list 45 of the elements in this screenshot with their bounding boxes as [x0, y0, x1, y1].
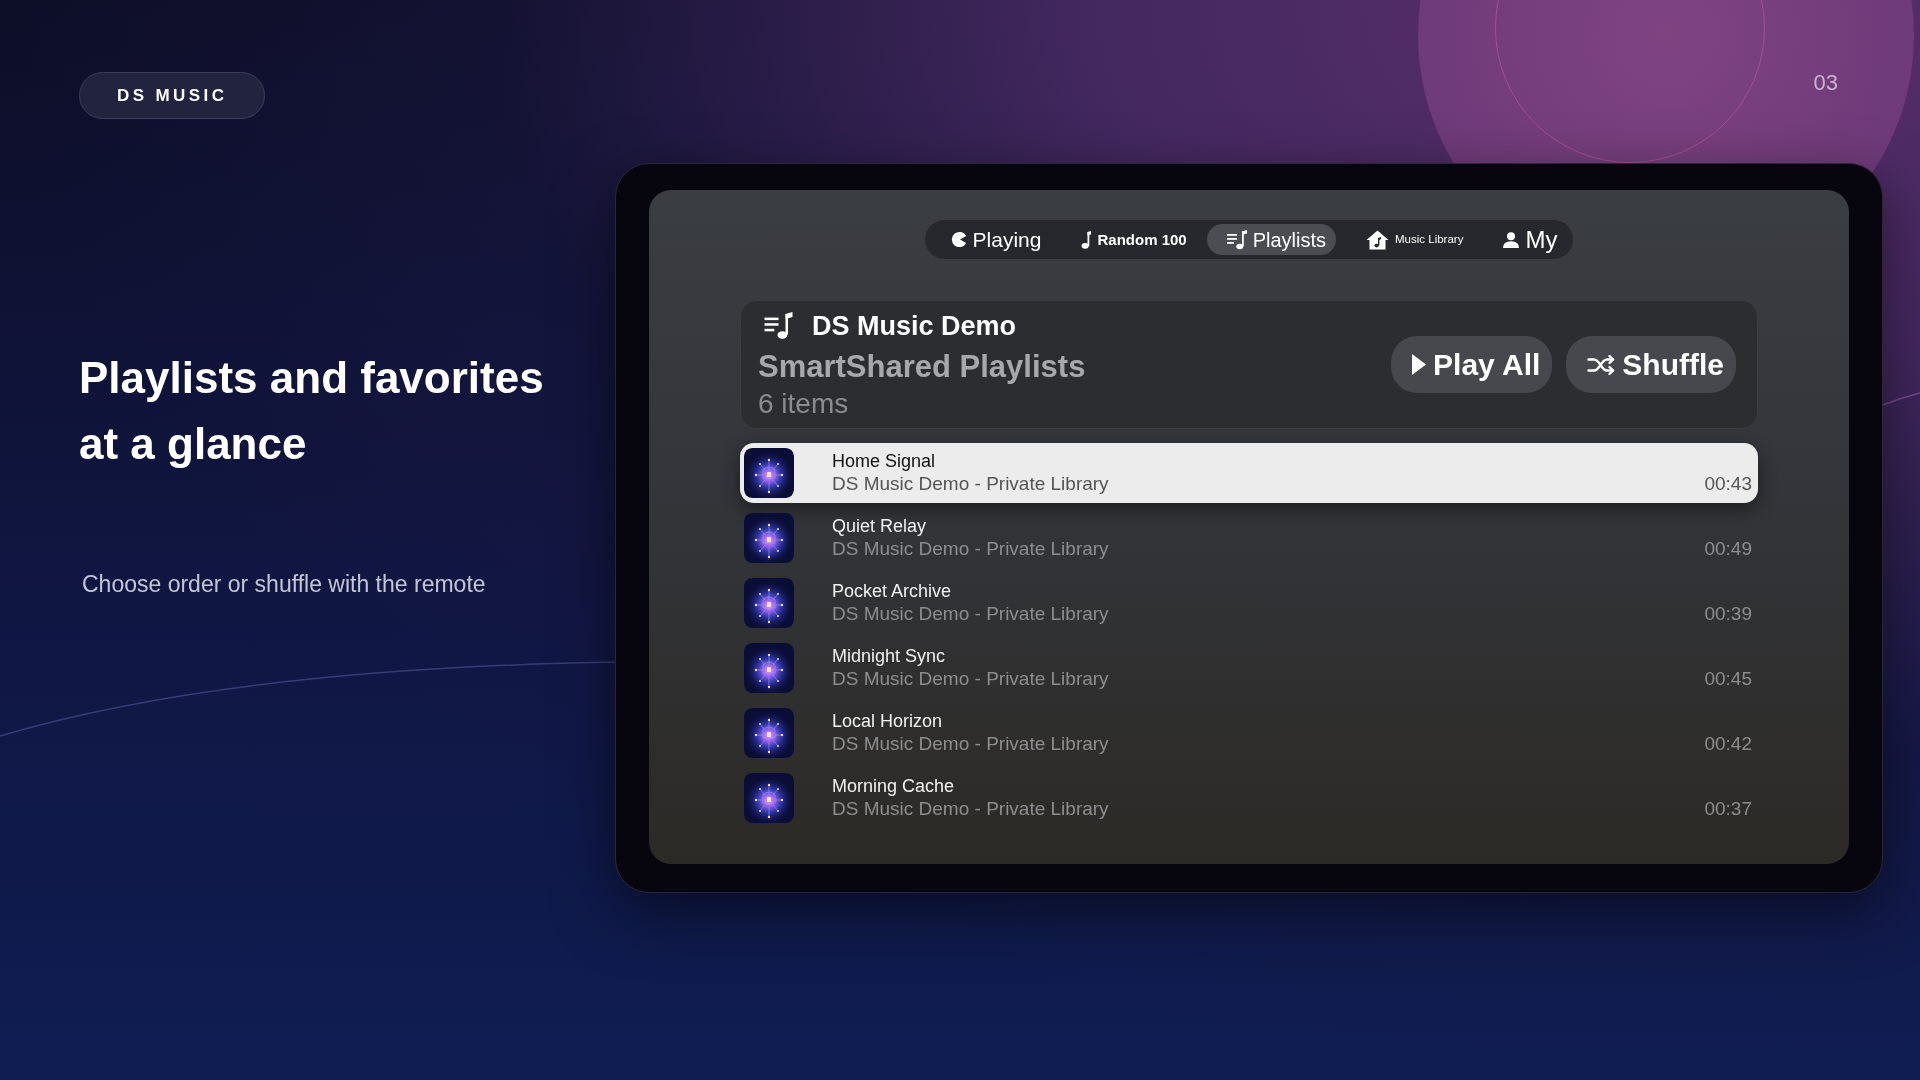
track-detail: DS Music Demo - Private Library: [832, 602, 1110, 626]
brand-badge: DS MUSIC: [79, 72, 266, 119]
nav-tab[interactable]: Playing: [930, 224, 1052, 255]
track-duration: 00:43: [1704, 472, 1752, 496]
playlist-icon: [764, 311, 793, 340]
shuffle-button[interactable]: Shuffle: [1566, 336, 1736, 393]
track-duration: 00:42: [1704, 732, 1752, 756]
page-number: 03: [1813, 69, 1838, 97]
track-detail: DS Music Demo - Private Library: [832, 667, 1110, 691]
shuffle-icon: [1587, 354, 1616, 375]
play-icon: [1412, 354, 1427, 375]
track-title: Midnight Sync: [832, 645, 947, 667]
subtitle: Choose order or shuffle with the remote: [82, 570, 486, 598]
nav-tab[interactable]: My: [1483, 224, 1568, 255]
track-detail: DS Music Demo - Private Library: [832, 472, 1110, 496]
play-all-button[interactable]: Play All: [1391, 336, 1553, 393]
item-count: 6 items: [758, 386, 850, 421]
nav-tab[interactable]: Playlists: [1206, 224, 1337, 255]
track-title: Quiet Relay: [832, 515, 928, 537]
track-detail: DS Music Demo - Private Library: [832, 732, 1110, 756]
track-title: Local Horizon: [832, 710, 944, 732]
house-icon: [1366, 229, 1390, 250]
track-duration: 00:37: [1704, 797, 1752, 821]
track-detail: DS Music Demo - Private Library: [832, 797, 1110, 821]
music-note-icon: [1081, 230, 1092, 249]
track-row[interactable]: Local Horizon DS Music Demo - Private Library 00:42: [740, 703, 1758, 763]
track-duration: 00:39: [1704, 602, 1752, 626]
track-title: Home Signal: [832, 450, 937, 472]
nav-tab[interactable]: Random 100: [1061, 224, 1197, 255]
track-duration: 00:45: [1704, 667, 1752, 691]
track-title: Morning Cache: [832, 775, 956, 797]
headline: Playlists and favorites at a glance: [79, 352, 545, 470]
track-row[interactable]: Midnight Sync DS Music Demo - Private Library 00:45: [740, 638, 1758, 698]
track-row[interactable]: Quiet Relay DS Music Demo - Private Library 00:49: [740, 508, 1758, 568]
track-row[interactable]: Pocket Archive DS Music Demo - Private Library 00:39: [740, 573, 1758, 633]
track-duration: 00:49: [1704, 537, 1752, 561]
person-icon: [1503, 231, 1520, 248]
track-detail: DS Music Demo - Private Library: [832, 537, 1110, 561]
track-title: Pocket Archive: [832, 580, 953, 602]
track-row[interactable]: Home Signal DS Music Demo - Private Library 00:43: [740, 443, 1758, 503]
track-row[interactable]: Morning Cache DS Music Demo - Private Library 00:37: [740, 768, 1758, 828]
nav-tab[interactable]: Music Library: [1346, 224, 1474, 255]
playlist-title: DS Music Demo: [812, 309, 1017, 343]
playlist-icon: [1226, 229, 1247, 250]
playlist-source: SmartShared Playlists: [758, 347, 1086, 386]
